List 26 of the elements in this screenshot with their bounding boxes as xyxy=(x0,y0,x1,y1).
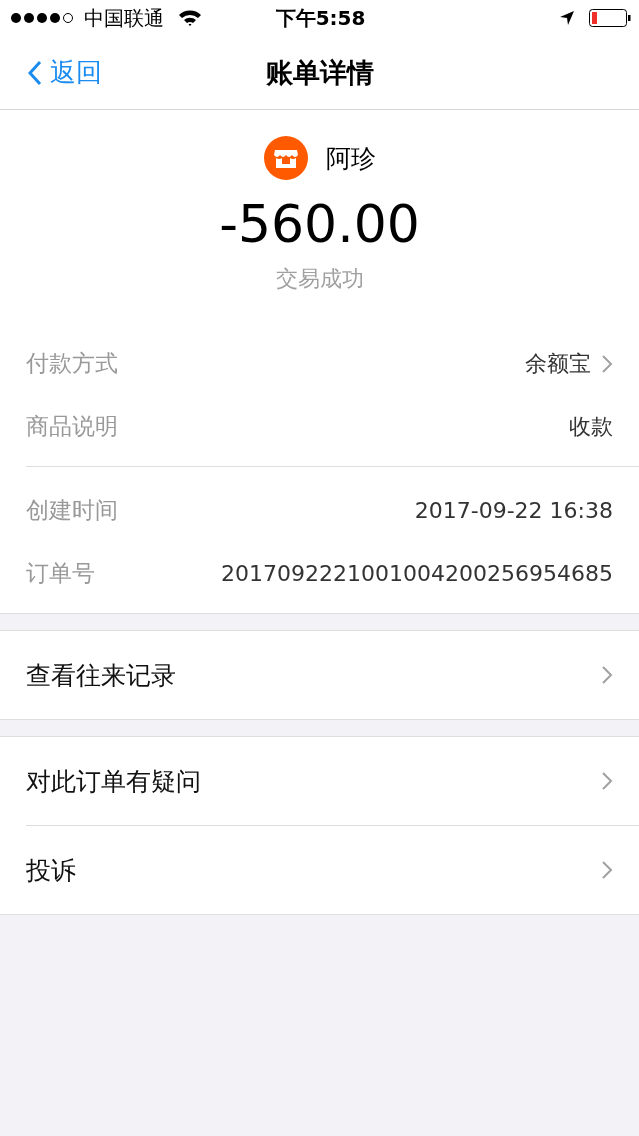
location-arrow-icon xyxy=(559,10,575,26)
status-text: 交易成功 xyxy=(275,265,364,293)
amount-text: -560.00 xyxy=(219,194,420,254)
detail-label: 付款方式 xyxy=(26,349,118,378)
merchant-name: 阿珍 xyxy=(325,142,376,175)
page-title: 账单详情 xyxy=(264,55,375,90)
carrier-name: 中国联通 xyxy=(84,4,164,32)
detail-label: 创建时间 xyxy=(26,496,118,525)
payment-method-link[interactable]: 余额宝 xyxy=(525,348,591,379)
wifi-icon xyxy=(178,9,202,27)
signal-icon xyxy=(10,11,76,25)
detail-label: 订单号 xyxy=(26,559,95,588)
detail-label: 商品说明 xyxy=(26,412,118,441)
detail-value: 收款 xyxy=(569,412,613,441)
list-item[interactable]: 投诉 xyxy=(26,826,639,914)
chevron-icon xyxy=(601,771,613,791)
detail-value: 2017-09-22 16:38 xyxy=(414,498,613,523)
chevron-icon xyxy=(601,665,613,685)
chevron-left-icon xyxy=(28,59,42,86)
detail-value: 2017092221001004200256954685 xyxy=(221,561,613,586)
battery-icon xyxy=(589,9,631,27)
shop-icon xyxy=(263,136,308,180)
status-time: 下午5:58 xyxy=(275,4,366,32)
list-item[interactable]: 对此订单有疑问 xyxy=(26,737,639,826)
back-button[interactable]: 返回 xyxy=(24,55,106,90)
chevron-icon xyxy=(601,860,613,880)
